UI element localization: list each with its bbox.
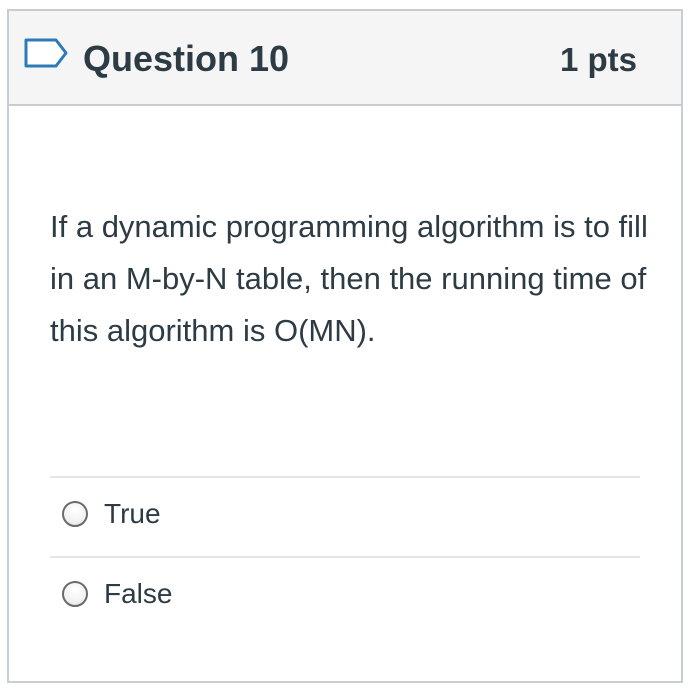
radio-button-false[interactable] [62, 581, 88, 607]
answer-label: False [104, 578, 173, 609]
question-text: If a dynamic programming algorithm is to… [50, 209, 648, 348]
question-title: Question 10 [83, 38, 290, 79]
answer-true[interactable]: True [50, 477, 640, 555]
question-points: 1 pts [559, 41, 637, 78]
question-header: Question 10 1 pts [9, 11, 681, 106]
answer-label: True [104, 498, 161, 529]
answer-false[interactable]: False [50, 557, 640, 635]
question-card: Question 10 1 pts If a dynamic programmi… [7, 9, 683, 683]
flag-outline-icon[interactable] [23, 37, 69, 69]
radio-button-true[interactable] [62, 501, 88, 527]
